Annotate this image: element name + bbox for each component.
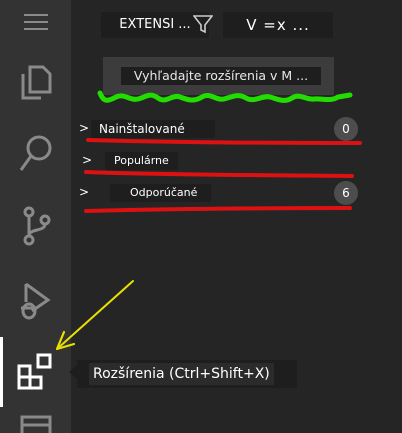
- section-popular-label: Populárne: [105, 152, 178, 170]
- extensions-icon[interactable]: [0, 337, 71, 407]
- search-input[interactable]: Vyhľadajte rozšírenia v M ...: [103, 57, 334, 95]
- chevron-right-icon: >: [79, 185, 90, 199]
- tooltip-text: Rozšírenia (Ctrl+Shift+X): [89, 363, 274, 385]
- extensions-tooltip: Rozšírenia (Ctrl+Shift+X): [77, 360, 297, 388]
- chevron-right-icon: >: [79, 121, 90, 135]
- section-recommended-label: Odporúčané: [110, 184, 212, 202]
- section-recommended[interactable]: > Odporúčané 6: [76, 181, 358, 205]
- filter-icon[interactable]: [192, 14, 214, 38]
- section-installed[interactable]: > Nainštalované 0: [76, 117, 358, 141]
- hamburger-icon[interactable]: [0, 0, 71, 44]
- accounts-icon[interactable]: [0, 413, 71, 433]
- source-control-icon[interactable]: [0, 196, 71, 256]
- run-debug-icon[interactable]: [0, 270, 71, 330]
- search-icon[interactable]: [0, 124, 71, 184]
- views-more-button[interactable]: V =x ...: [223, 12, 333, 38]
- search-placeholder: Vyhľadajte rozšírenia v M ...: [121, 67, 321, 85]
- files-icon[interactable]: [0, 53, 71, 113]
- chevron-right-icon: >: [82, 153, 93, 167]
- section-installed-count: 0: [334, 117, 358, 141]
- section-popular[interactable]: > Populárne: [76, 149, 358, 173]
- section-recommended-count: 6: [334, 181, 358, 205]
- tooltip-arrow: [69, 365, 77, 379]
- section-installed-label: Nainštalované: [91, 120, 215, 138]
- activity-bar: [0, 0, 71, 433]
